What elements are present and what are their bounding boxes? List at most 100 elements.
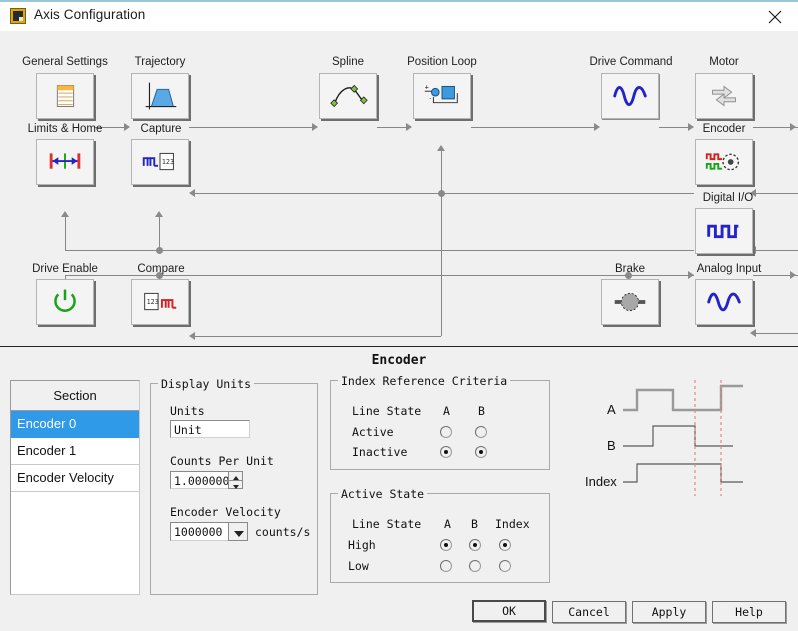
- section-list-item-encoder-1[interactable]: Encoder 1: [11, 438, 139, 465]
- limits-arrows-icon: [49, 153, 81, 169]
- arrow-ploop-to-compare: [189, 332, 195, 340]
- node-brake[interactable]: [601, 279, 659, 325]
- node-analog-input[interactable]: [695, 279, 753, 325]
- arrow-spline-to-ploop: [406, 123, 412, 131]
- wire-spline-to-ploop: [377, 127, 407, 128]
- node-label-capture: Capture: [140, 123, 182, 135]
- node-drive-enable[interactable]: [36, 279, 94, 325]
- waveform-label-a: A: [607, 402, 616, 417]
- svg-text:123: 123: [162, 158, 174, 166]
- node-encoder[interactable]: [695, 139, 753, 185]
- active-state-row-low: Low: [348, 559, 369, 573]
- index-reference-legend: Index Reference Criteria: [338, 374, 511, 388]
- arrow-encoder-to-capture: [189, 189, 195, 197]
- node-motor[interactable]: [695, 73, 753, 119]
- counts-per-unit-stepper[interactable]: [228, 471, 243, 489]
- radio-index-inactive-b[interactable]: [475, 446, 487, 458]
- wire-drivecmd-to-motor: [659, 127, 689, 128]
- wire-ploop-vertical: [441, 193, 442, 336]
- apply-button[interactable]: Apply: [632, 601, 706, 623]
- brake-disc-icon: [614, 292, 646, 312]
- sine-wave-icon: [613, 85, 647, 107]
- settings-list-icon: [56, 85, 75, 107]
- arrow-motor-out: [790, 123, 796, 131]
- counts-per-unit-input[interactable]: [170, 471, 231, 489]
- index-reference-row-inactive: Inactive: [352, 445, 408, 459]
- radio-index-active-a[interactable]: [440, 426, 452, 438]
- node-label-encoder: Encoder: [702, 123, 746, 135]
- node-spline[interactable]: [319, 73, 377, 119]
- waveform-label-index: Index: [585, 474, 617, 489]
- active-state-col-index: Index: [495, 517, 530, 531]
- section-list-item-encoder-0[interactable]: Encoder 0: [11, 411, 139, 438]
- radio-active-high-index[interactable]: [499, 539, 511, 551]
- section-list-header: Section: [11, 381, 139, 411]
- radio-active-low-a[interactable]: [440, 560, 452, 572]
- wire-ploop-to-compare: [192, 336, 441, 337]
- title-bar: Axis Configuration: [0, 0, 798, 31]
- node-label-general-settings: General Settings: [22, 56, 108, 68]
- section-list-item-encoder-velocity[interactable]: Encoder Velocity: [11, 465, 139, 492]
- index-reference-col-a: A: [443, 404, 450, 418]
- axis-block-diagram: General Settings Trajectory Spline Posit…: [0, 31, 798, 347]
- svg-text:123: 123: [147, 298, 159, 306]
- node-digital-io[interactable]: [695, 208, 753, 254]
- node-label-drive-enable: Drive Enable: [32, 263, 98, 275]
- labview-icon: [10, 8, 26, 24]
- section-list[interactable]: Section Encoder 0 Encoder 1 Encoder Velo…: [10, 380, 140, 595]
- active-state-col-a: A: [444, 517, 451, 531]
- wire-ploop-to-drivecmd: [471, 127, 594, 128]
- encoder-velocity-dropdown[interactable]: [228, 522, 248, 541]
- help-button[interactable]: Help: [712, 601, 786, 623]
- waveform-trace-a: [623, 384, 743, 412]
- radio-active-high-b[interactable]: [469, 539, 481, 551]
- node-capture[interactable]: 123: [131, 139, 189, 185]
- ok-button[interactable]: OK: [472, 600, 546, 622]
- waveform-trace-index: [623, 463, 743, 483]
- node-limits-home[interactable]: [36, 139, 94, 185]
- node-label-analog-input: Analog Input: [696, 263, 762, 275]
- wire-feedback-to-ploop: [441, 151, 442, 193]
- node-drive-command[interactable]: [601, 73, 659, 119]
- node-general-settings[interactable]: [36, 73, 94, 119]
- radio-index-active-b[interactable]: [475, 426, 487, 438]
- active-state-row-label: Line State: [352, 517, 422, 531]
- arrow-ploop-to-drivecmd: [594, 123, 600, 131]
- waveform-label-b: B: [607, 438, 616, 453]
- svg-text:+: +: [425, 83, 429, 91]
- radio-active-low-b[interactable]: [469, 560, 481, 572]
- close-button[interactable]: [752, 0, 798, 31]
- encoder-velocity-input[interactable]: [170, 522, 230, 541]
- node-label-motor: Motor: [709, 56, 739, 68]
- square-wave-icon: [707, 224, 739, 239]
- radio-index-inactive-a[interactable]: [440, 446, 452, 458]
- cancel-button[interactable]: Cancel: [552, 601, 626, 623]
- wire-bus-upper-to-limits: [65, 217, 66, 250]
- node-compare[interactable]: 123: [131, 279, 189, 325]
- radio-active-high-a[interactable]: [440, 539, 452, 551]
- summing-junction-icon: + -: [425, 83, 458, 104]
- axis-configuration-window: Axis Configuration General Settings Traj…: [0, 0, 798, 631]
- node-label-limits-home: Limits & Home: [27, 123, 103, 135]
- node-label-spline: Spline: [332, 56, 364, 68]
- node-label-compare: Compare: [137, 263, 185, 275]
- wire-analog-in: [753, 333, 798, 334]
- config-title: Encoder: [371, 353, 427, 368]
- units-input[interactable]: [170, 420, 250, 438]
- arrow-bus-upper-to-capture: [155, 211, 163, 217]
- node-label-position-loop: Position Loop: [407, 56, 477, 68]
- trapezoid-profile-icon: [145, 82, 177, 110]
- close-icon: [768, 10, 782, 24]
- index-reference-col-b: B: [478, 404, 485, 418]
- arrow-feedback-to-ploop: [437, 145, 445, 151]
- window-title: Axis Configuration: [34, 7, 146, 22]
- encoder-waveform-diagram: A B Index: [585, 378, 790, 508]
- node-trajectory[interactable]: [131, 73, 189, 119]
- waveform-trace-b: [623, 425, 733, 447]
- stepper-up-icon[interactable]: [229, 472, 242, 480]
- stepper-down-icon[interactable]: [229, 480, 242, 489]
- chevron-down-icon: [234, 531, 244, 537]
- title-bar-accent: [0, 0, 798, 2]
- node-position-loop[interactable]: + -: [413, 73, 471, 119]
- radio-active-low-index[interactable]: [499, 560, 511, 572]
